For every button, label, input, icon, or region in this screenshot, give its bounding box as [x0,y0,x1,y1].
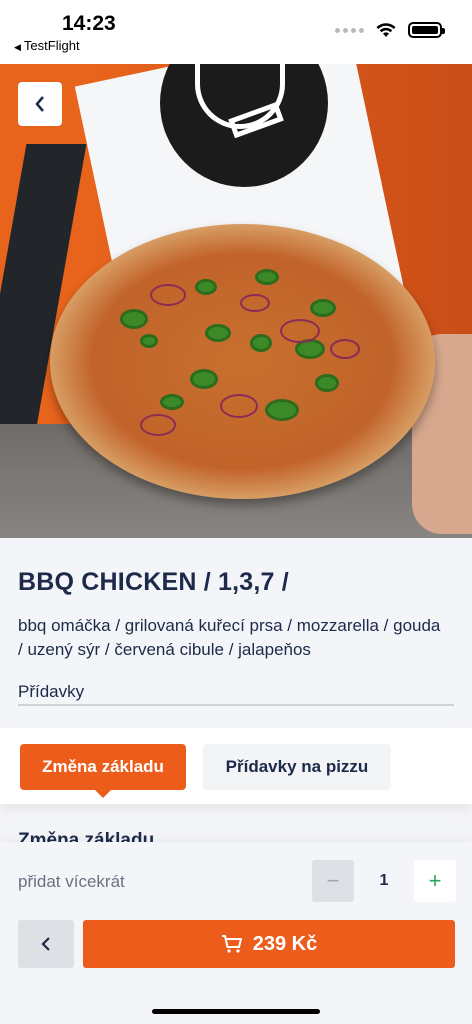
signal-icon [335,27,364,33]
chevron-left-icon [35,96,44,112]
add-to-cart-button[interactable]: 239 Kč [83,920,455,968]
battery-icon [408,22,445,38]
status-bar: 14:23 ◀ TestFlight [0,0,472,64]
back-app-label: TestFlight [23,38,80,53]
quantity-value: 1 [379,872,389,889]
cart-price: 239 Kč [252,932,318,955]
cart-icon [221,935,242,953]
option-tabs: Změna základu Přídavky na pizzu [0,728,472,804]
product-details: BBQ CHICKEN / 1,3,7 / bbq omáčka / grilo… [0,538,472,728]
tab-pizza-extras[interactable]: Přídavky na pizzu [203,744,391,790]
wifi-icon [376,22,396,37]
home-indicator [152,1009,320,1014]
product-title: BBQ CHICKEN / 1,3,7 / [18,568,289,596]
back-to-app-link[interactable]: ◀ TestFlight [14,38,80,53]
back-triangle-icon: ◀ [14,42,21,52]
status-time: 14:23 [62,12,116,35]
quantity-increase-button[interactable]: + [414,860,456,902]
chevron-left-icon [41,937,50,951]
quantity-label: přidat vícekrát [18,872,125,891]
status-indicators [335,22,445,38]
product-image [0,64,472,538]
back-button[interactable] [18,82,62,126]
pizza-photo [50,224,435,499]
order-bar: přidat vícekrát − 1 + 239 Kč [0,842,472,1024]
order-back-button[interactable] [18,920,74,968]
tab-change-base[interactable]: Změna základu [20,744,186,798]
product-description: bbq omáčka / grilovaná kuřecí prsa / moz… [18,616,441,659]
extras-field[interactable]: Přídavky [18,682,454,706]
quantity-decrease-button[interactable]: − [312,860,354,902]
